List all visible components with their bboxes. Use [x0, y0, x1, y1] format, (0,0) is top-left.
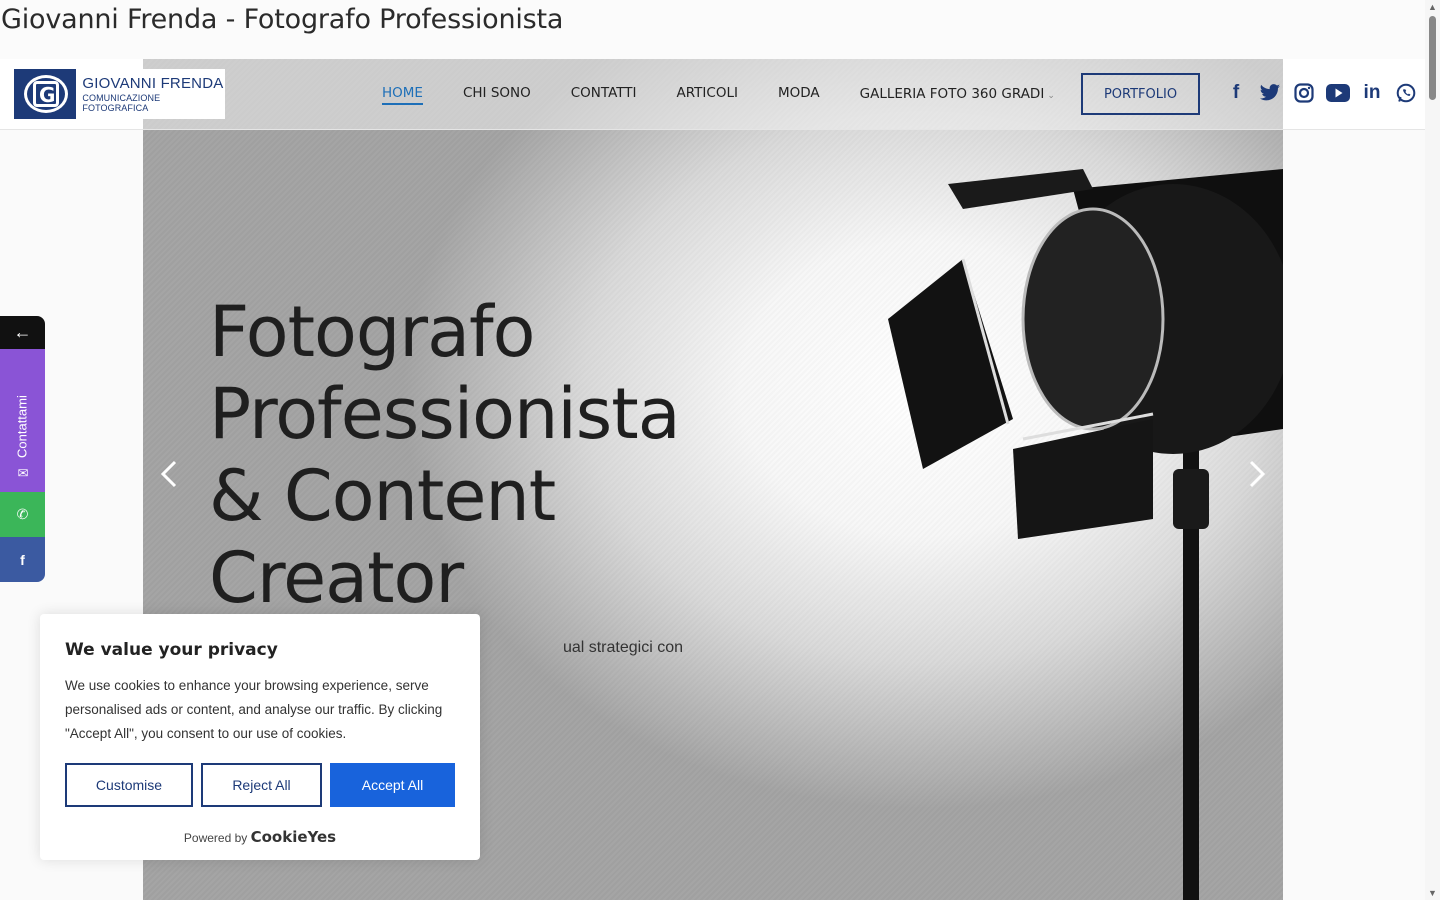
cookie-customise-button[interactable]: Customise — [65, 763, 193, 807]
widget-facebook-button[interactable]: f — [0, 537, 45, 582]
slider-prev-button[interactable] — [155, 454, 183, 494]
page-title-strip: Giovanni Frenda - Fotografo Professionis… — [0, 0, 1425, 59]
chevron-left-icon — [160, 460, 177, 488]
cookie-title: We value your privacy — [65, 640, 278, 660]
nav-item-galleria-label[interactable]: GALLERIA FOTO 360 GRADI — [860, 86, 1045, 102]
logo-mark-icon: G — [14, 69, 77, 119]
spotlight-illustration — [888, 169, 1283, 900]
hero-heading-line: & Content — [209, 455, 556, 537]
linkedin-icon[interactable]: in — [1360, 81, 1384, 105]
powered-by-label: Powered by — [183, 831, 248, 845]
main-nav: HOME CHI SONO CONTATTI ARTICOLI MODA GAL… — [382, 85, 1055, 105]
social-links: f in — [1224, 81, 1418, 105]
facebook-icon[interactable]: f — [1224, 81, 1248, 105]
cookie-powered-by[interactable]: Powered by CookieYes — [40, 828, 480, 846]
hero-heading-line: Creator — [209, 537, 464, 619]
page-scrollbar[interactable]: ▲ ▼ — [1425, 0, 1440, 900]
hero-heading: Fotografo Professionista & Content Creat… — [209, 291, 681, 619]
chevron-right-icon — [1249, 460, 1266, 488]
youtube-icon[interactable] — [1326, 81, 1350, 105]
whatsapp-icon: ✆ — [16, 506, 29, 522]
facebook-icon: f — [20, 551, 25, 568]
twitter-icon[interactable] — [1258, 81, 1282, 105]
cookie-body: We use cookies to enhance your browsing … — [65, 678, 443, 741]
page: Giovanni Frenda - Fotografo Professionis… — [0, 0, 1440, 900]
contact-widget-button[interactable]: ✉ Contattami — [0, 349, 45, 492]
logo-tagline: COMUNICAZIONE FOTOGRAFICA — [82, 93, 161, 113]
nav-item-contatti[interactable]: CONTATTI — [571, 85, 637, 105]
cookieyes-logo: CookieYes — [250, 828, 337, 846]
nav-item-galleria[interactable]: GALLERIA FOTO 360 GRADI ⌄ — [860, 85, 1055, 105]
nav-item-chi-sono[interactable]: CHI SONO — [463, 85, 531, 105]
scroll-down-icon[interactable]: ▼ — [1428, 888, 1437, 898]
nav-item-home[interactable]: HOME — [382, 85, 423, 105]
arrow-left-icon: ← — [13, 322, 32, 342]
cookie-accept-button[interactable]: Accept All — [330, 763, 455, 807]
scroll-up-icon[interactable]: ▲ — [1428, 2, 1437, 12]
whatsapp-icon[interactable] — [1394, 81, 1418, 105]
hero-heading-line: Professionista — [209, 373, 681, 455]
contact-widget-label: Contattami — [14, 395, 30, 458]
cookie-consent-banner: We value your privacy We use cookies to … — [40, 614, 480, 860]
portfolio-button[interactable]: PORTFOLIO — [1081, 73, 1200, 115]
scrollbar-thumb[interactable] — [1429, 16, 1436, 100]
nav-item-articoli[interactable]: ARTICOLI — [677, 85, 738, 105]
cookie-reject-button[interactable]: Reject All — [201, 763, 322, 807]
chevron-down-icon: ⌄ — [1047, 90, 1055, 100]
nav-item-moda[interactable]: MODA — [778, 85, 820, 105]
logo-name: GIOVANNI FRENDA — [82, 75, 224, 92]
widget-collapse-button[interactable]: ← — [0, 316, 45, 349]
header-divider — [0, 129, 1425, 130]
site-header: G GIOVANNI FRENDA COMUNICAZIONE FOTOGRAF… — [0, 59, 1425, 130]
hero-heading-line: Fotografo — [209, 291, 535, 373]
widget-whatsapp-button[interactable]: ✆ — [0, 492, 45, 537]
mail-icon: ✉ — [14, 464, 30, 479]
page-title: Giovanni Frenda - Fotografo Professionis… — [1, 4, 564, 35]
instagram-icon[interactable] — [1292, 81, 1316, 105]
site-logo[interactable]: G GIOVANNI FRENDA COMUNICAZIONE FOTOGRAF… — [14, 69, 225, 119]
slider-next-button[interactable] — [1243, 454, 1271, 494]
